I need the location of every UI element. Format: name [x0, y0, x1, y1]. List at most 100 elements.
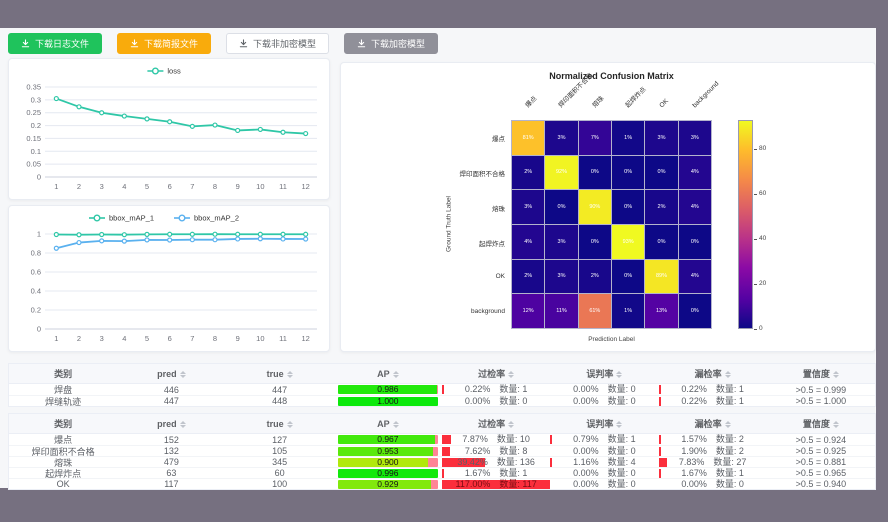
- sort-desc-icon: [833, 375, 839, 378]
- loss-chart: 00.050.10.150.20.250.30.3512345678910111…: [9, 59, 329, 199]
- colorbar-tick: [754, 194, 757, 195]
- data-point: [190, 124, 194, 128]
- legend-item-bbox_mAP_1[interactable]: bbox_mAP_1: [89, 214, 154, 223]
- column-header-true[interactable]: true: [226, 419, 334, 429]
- sort-desc-icon: [393, 375, 399, 378]
- sort-asc-icon: [725, 421, 731, 424]
- column-header-ap[interactable]: AP: [334, 419, 442, 429]
- sort-caret-icon[interactable]: [393, 371, 399, 378]
- column-header-pred[interactable]: pred: [117, 419, 225, 429]
- download-icon: [21, 39, 30, 48]
- matrix-cell: 81%: [512, 121, 544, 155]
- matrix-cell: 0%: [545, 190, 577, 224]
- sort-caret-icon[interactable]: [287, 421, 293, 428]
- column-header-置信度[interactable]: 置信度: [767, 367, 875, 380]
- sort-caret-icon[interactable]: [725, 371, 731, 378]
- column-header-ap[interactable]: AP: [334, 369, 442, 379]
- colorbar-tick: [754, 284, 757, 285]
- column-header-true[interactable]: true: [226, 369, 334, 379]
- data-point: [281, 237, 285, 241]
- matrix-cell: 0%: [645, 156, 677, 190]
- matrix-row-label: 焊印面积不合格: [341, 168, 505, 178]
- download-encrypted-model-button[interactable]: 下载加密模型: [344, 33, 438, 54]
- rate-percent: 0.00%: [573, 396, 599, 407]
- rate-quantity: 数量: 1: [716, 468, 744, 479]
- chart-line-bbox_mAP_2: [56, 239, 305, 249]
- sort-caret-icon[interactable]: [508, 421, 514, 428]
- column-header-过检率[interactable]: 过检率: [442, 367, 550, 380]
- sort-caret-icon[interactable]: [287, 371, 293, 378]
- column-header-过检率[interactable]: 过检率: [442, 417, 550, 430]
- rate-percent: 0.00%: [573, 468, 599, 479]
- rate-percent: 0.79%: [573, 434, 599, 445]
- download-icon: [239, 39, 248, 48]
- column-header-label: AP: [377, 419, 390, 429]
- svg-text:6: 6: [168, 334, 172, 343]
- rate-quantity: 数量: 2: [716, 434, 744, 445]
- cell-overkill-rate: 7.62%数量: 8: [442, 446, 550, 457]
- cell-true: 60: [226, 468, 334, 478]
- column-header-误判率[interactable]: 误判率: [550, 417, 658, 430]
- data-point: [213, 238, 217, 242]
- cell-true: 447: [226, 385, 334, 395]
- data-point: [168, 238, 172, 242]
- download-report-button[interactable]: 下载简报文件: [117, 33, 211, 54]
- map-chart: 00.20.40.60.81123456789101112bbox_mAP_1b…: [9, 206, 329, 351]
- data-point: [258, 237, 262, 241]
- matrix-row-label: OK: [341, 273, 505, 280]
- column-header-label: AP: [377, 369, 390, 379]
- sort-caret-icon[interactable]: [833, 421, 839, 428]
- rate-text: 39.42%数量: 136: [442, 457, 550, 468]
- data-point: [236, 128, 240, 132]
- column-header-漏检率[interactable]: 漏检率: [659, 417, 767, 430]
- data-point: [145, 238, 149, 242]
- matrix-cell: 93%: [612, 225, 644, 259]
- sort-caret-icon[interactable]: [616, 421, 622, 428]
- svg-text:0.3: 0.3: [31, 95, 41, 104]
- sort-caret-icon[interactable]: [180, 421, 186, 428]
- column-header-pred[interactable]: pred: [117, 369, 225, 379]
- matrix-cell: 3%: [679, 121, 711, 155]
- matrix-cell: 3%: [512, 190, 544, 224]
- svg-text:0.15: 0.15: [26, 134, 41, 143]
- sort-caret-icon[interactable]: [508, 371, 514, 378]
- sort-caret-icon[interactable]: [725, 421, 731, 428]
- row-class-label: OK: [9, 479, 117, 489]
- matrix-cell: 7%: [579, 121, 611, 155]
- sort-caret-icon[interactable]: [393, 421, 399, 428]
- toolbar: 下载日志文件 下载简报文件 下载非加密模型 下载加密模型: [8, 33, 438, 54]
- column-header-class: 类别: [9, 417, 117, 430]
- sort-desc-icon: [180, 375, 186, 378]
- legend-item-bbox_mAP_2[interactable]: bbox_mAP_2: [174, 214, 239, 223]
- data-point: [213, 123, 217, 127]
- ap-bar: 0.929: [338, 480, 438, 489]
- table-row: 焊缝轨迹4474481.0000.00%数量: 00.00%数量: 00.22%…: [9, 395, 875, 406]
- matrix-col-label: 起焊炸点: [625, 86, 649, 110]
- svg-text:0.35: 0.35: [26, 83, 41, 92]
- legend-item-loss[interactable]: loss: [147, 67, 181, 76]
- download-log-button[interactable]: 下载日志文件: [8, 33, 102, 54]
- cell-ap: 0.986: [334, 385, 442, 394]
- sort-asc-icon: [616, 371, 622, 374]
- cell-pred: 132: [117, 446, 225, 456]
- column-header-label: 误判率: [586, 419, 613, 429]
- svg-text:0.1: 0.1: [31, 147, 41, 156]
- cell-ap: 0.929: [334, 480, 442, 489]
- sort-caret-icon[interactable]: [180, 371, 186, 378]
- column-header-置信度[interactable]: 置信度: [767, 417, 875, 430]
- cell-miss-rate: 0.00%数量: 0: [659, 479, 767, 490]
- column-header-误判率[interactable]: 误判率: [550, 367, 658, 380]
- ap-value: 0.986: [338, 385, 438, 394]
- sort-desc-icon: [833, 425, 839, 428]
- column-header-漏检率[interactable]: 漏检率: [659, 367, 767, 380]
- sort-caret-icon[interactable]: [833, 371, 839, 378]
- data-point: [236, 237, 240, 241]
- defect-table: 类别predtrueAP过检率误判率漏检率置信度爆点1521270.9677.8…: [8, 413, 876, 490]
- matrix-cell: 0%: [645, 225, 677, 259]
- chart-line-bbox_mAP_1: [56, 234, 305, 235]
- row-class-label: 起焊炸点: [9, 467, 117, 480]
- rate-text: 7.87%数量: 10: [442, 434, 550, 445]
- sort-desc-icon: [725, 425, 731, 428]
- sort-caret-icon[interactable]: [616, 371, 622, 378]
- download-plain-model-button[interactable]: 下载非加密模型: [226, 33, 329, 54]
